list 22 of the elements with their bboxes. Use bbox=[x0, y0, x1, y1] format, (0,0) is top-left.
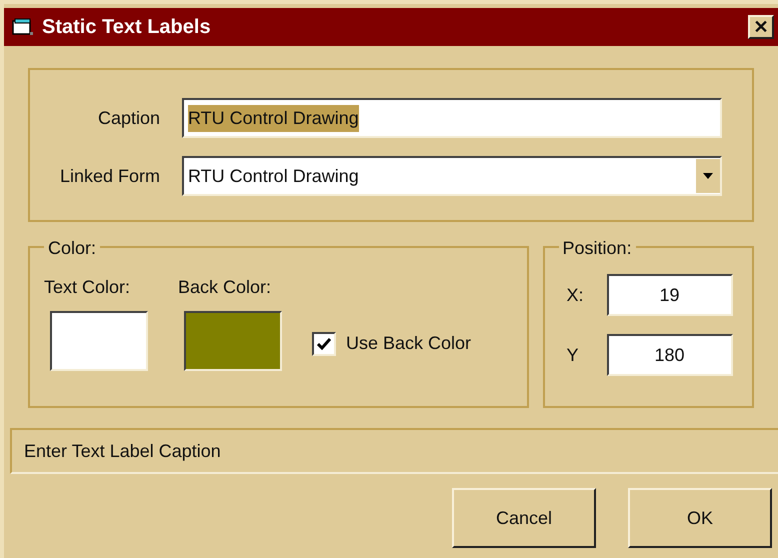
coordinate-label: X: bbox=[566, 284, 585, 306]
linked-form-label: Linked Form bbox=[58, 164, 161, 188]
caption-field[interactable]: RTU Control Drawing bbox=[182, 98, 722, 138]
close-button[interactable]: ✕ bbox=[748, 15, 774, 39]
swatch-label: Text Color: bbox=[44, 276, 132, 299]
swatch-label: Back Color: bbox=[178, 276, 272, 299]
color-swatch[interactable] bbox=[50, 311, 148, 371]
coordinate-label: Y bbox=[566, 344, 580, 366]
coordinate-field[interactable]: 19 bbox=[606, 274, 733, 316]
dialog-button[interactable]: Cancel bbox=[452, 488, 596, 548]
caption-label: Caption bbox=[96, 106, 161, 130]
dialog-button[interactable]: OK bbox=[628, 488, 772, 548]
checkbox[interactable] bbox=[312, 332, 336, 356]
status-bar: Enter Text Label Caption bbox=[10, 428, 778, 474]
color-swatch[interactable] bbox=[184, 311, 282, 371]
window-title: Static Text Labels bbox=[42, 15, 211, 40]
window-icon bbox=[12, 18, 34, 36]
checkbox-label: Use Back Color bbox=[346, 332, 472, 355]
linked-form-dropdown[interactable]: RTU Control Drawing bbox=[182, 156, 722, 196]
coordinate-field[interactable]: 180 bbox=[606, 334, 733, 376]
check-icon bbox=[317, 338, 331, 350]
caption-value: RTU Control Drawing bbox=[188, 104, 359, 132]
